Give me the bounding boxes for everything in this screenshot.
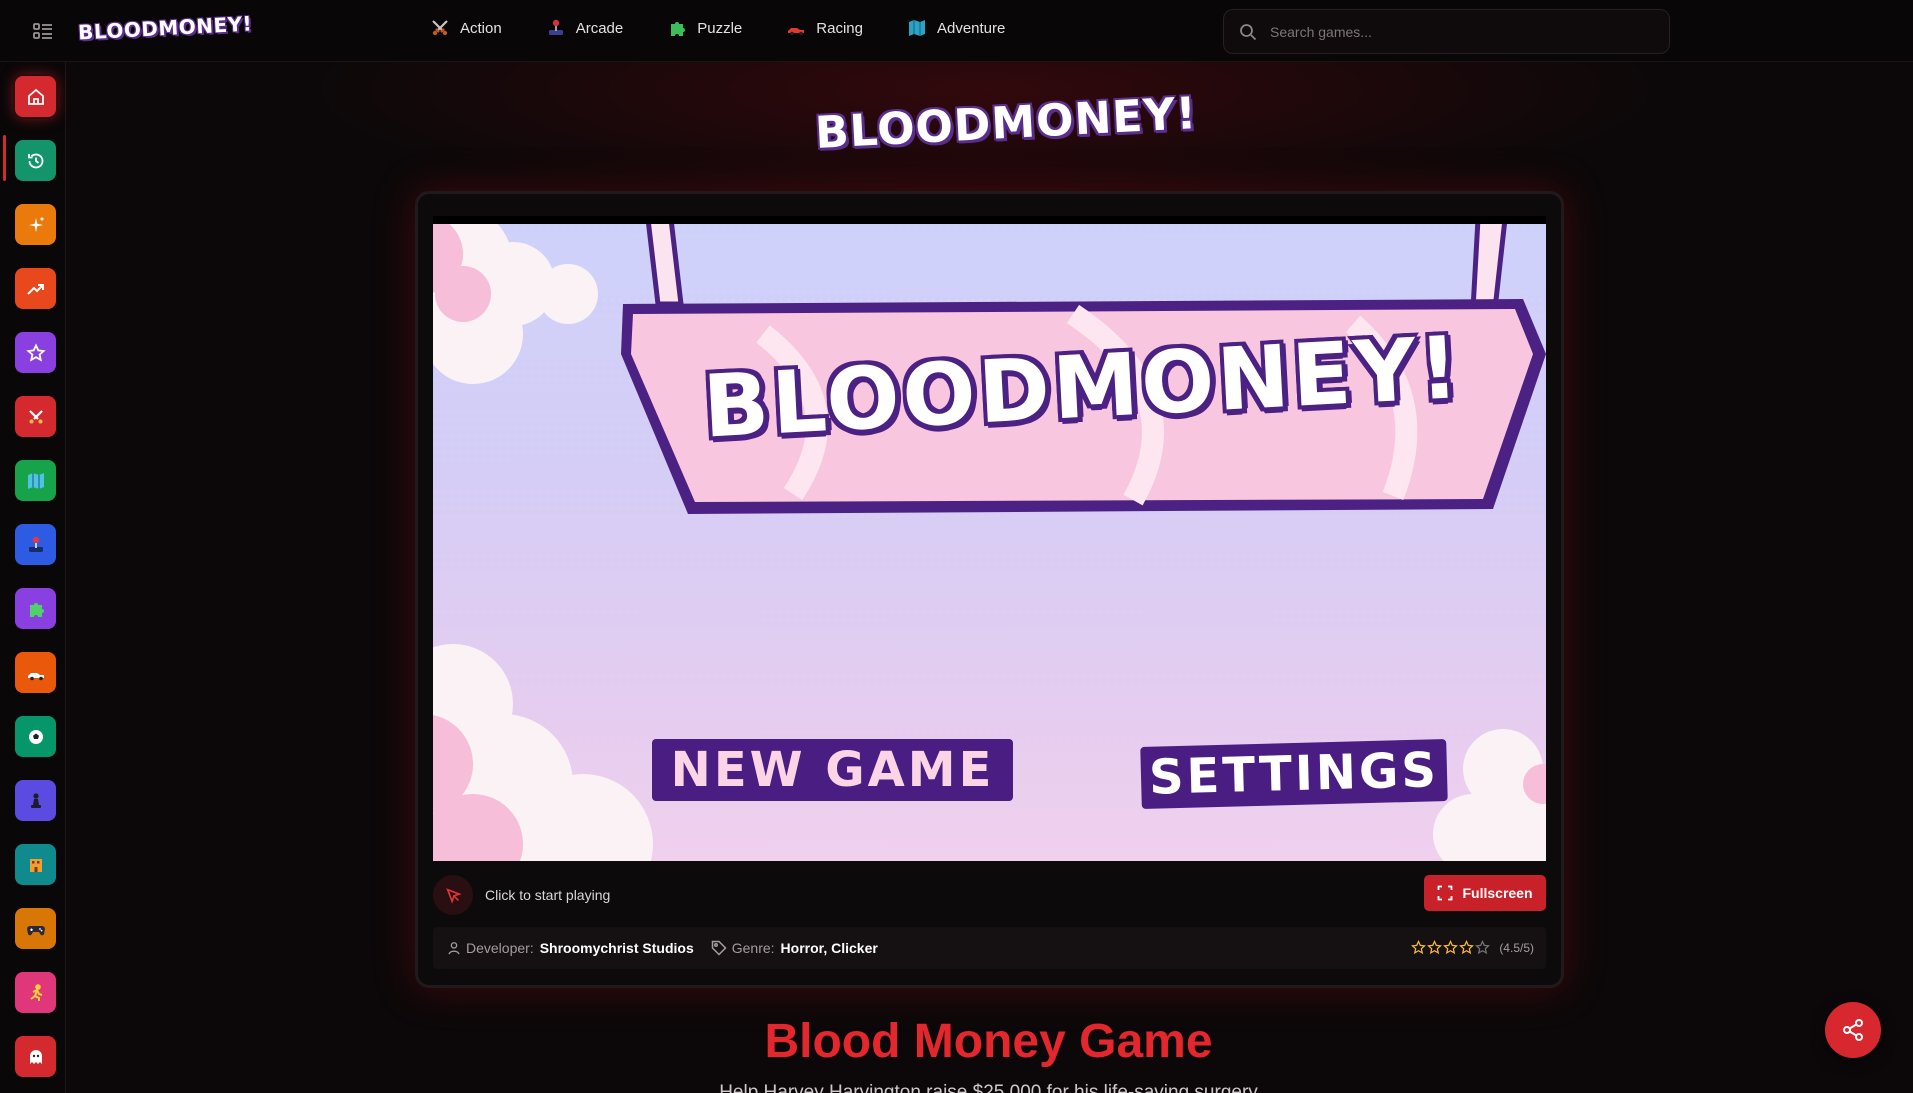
genre-value: Horror, Clicker: [780, 940, 878, 956]
fullscreen-button[interactable]: Fullscreen: [1424, 875, 1546, 911]
sparkles-icon: [28, 217, 43, 232]
cursor-click-icon: [433, 875, 473, 915]
runner-icon: [29, 983, 42, 1001]
sidebar-item-puzzle[interactable]: [15, 588, 56, 629]
sidebar-item-games[interactable]: [15, 908, 56, 949]
soccer-ball-icon: [28, 729, 43, 744]
star-icon: [25, 342, 46, 362]
map-icon: [27, 472, 44, 489]
map-icon: [908, 20, 925, 36]
search-input[interactable]: [1270, 23, 1650, 40]
nav-racing-label: Racing: [816, 19, 863, 37]
fullscreen-icon: [1438, 885, 1453, 901]
nav-adventure[interactable]: Adventure: [907, 18, 1005, 38]
new-game-button[interactable]: NEW GAME: [652, 739, 1013, 801]
sidebar-item-horror[interactable]: [15, 1036, 56, 1077]
home-icon: [27, 88, 44, 105]
nav-action-label: Action: [460, 19, 502, 37]
menu-toggle-icon[interactable]: [32, 21, 54, 41]
ghost-icon: [29, 1049, 42, 1064]
game-info-bar: Developer: Shroomychrist Studios Genre: …: [433, 927, 1546, 969]
chess-pawn-icon: [30, 792, 41, 808]
puzzle-piece-icon: [29, 602, 44, 617]
play-hint[interactable]: Click to start playing: [433, 875, 610, 915]
user-icon: [448, 942, 460, 955]
game-canvas[interactable]: BLOODMONEY! NEW GAME SETTINGS: [433, 224, 1546, 861]
developer-label: Developer:: [466, 940, 534, 956]
play-hint-label: Click to start playing: [485, 887, 611, 903]
trending-up-icon: [26, 283, 44, 295]
nav-puzzle[interactable]: Puzzle: [667, 18, 742, 38]
star-half-icon: [1475, 940, 1491, 955]
crossed-swords-icon: [432, 20, 448, 36]
nav-action[interactable]: Action: [430, 18, 502, 38]
active-indicator: [3, 135, 6, 181]
developer-name: Shroomychrist Studios: [539, 940, 694, 956]
sidebar-item-strategy[interactable]: [15, 780, 56, 821]
joystick-icon: [548, 19, 563, 35]
nav-adventure-label: Adventure: [936, 19, 1006, 37]
nav-puzzle-label: Puzzle: [697, 19, 743, 37]
nav-arcade[interactable]: Arcade: [546, 18, 624, 38]
gamepad-icon: [26, 925, 45, 935]
sidebar-item-racing[interactable]: [15, 652, 56, 693]
rating: (4.5/5): [1411, 940, 1534, 955]
player-controls: Click to start playing Fullscreen: [433, 873, 1546, 915]
rating-text: (4.5/5): [1499, 940, 1534, 955]
sidebar-item-simulation[interactable]: [15, 844, 56, 885]
sidebar-item-home[interactable]: [15, 76, 56, 117]
share-button[interactable]: [1825, 1002, 1881, 1058]
sidebar-item-recent[interactable]: [15, 140, 56, 181]
hero-logo: BLOODMONEY!: [813, 88, 1199, 159]
star-icon: [1459, 940, 1475, 955]
race-car-icon: [27, 672, 44, 680]
search-bar: [1223, 9, 1670, 54]
crossed-swords-icon: [28, 409, 43, 423]
page-title: Blood Money Game: [764, 1015, 1213, 1068]
page-subtitle: Help Harvey Harvington raise $25,000 for…: [719, 1082, 1258, 1093]
sidebar-item-action[interactable]: [15, 396, 56, 437]
genre-label: Genre:: [731, 940, 775, 956]
settings-button[interactable]: SETTINGS: [1140, 739, 1448, 809]
sidebar-item-sports[interactable]: [15, 716, 56, 757]
sidebar-item-arcade[interactable]: [15, 524, 56, 565]
sidebar-item-two-player[interactable]: [15, 972, 56, 1013]
star-icon: [1443, 940, 1459, 955]
nav-racing[interactable]: Racing: [786, 18, 863, 38]
sidebar-item-new[interactable]: [15, 204, 56, 245]
sidebar-item-adventure[interactable]: [15, 460, 56, 501]
fullscreen-label: Fullscreen: [1462, 885, 1533, 901]
history-icon: [27, 153, 43, 168]
joystick-icon: [28, 536, 43, 552]
race-car-icon: [788, 28, 805, 36]
site-logo[interactable]: BLOODMONEY!: [77, 11, 252, 44]
sidebar-item-trending[interactable]: [15, 268, 56, 309]
top-bar: BLOODMONEY! Action Arcade Puzzle Racing …: [0, 0, 1913, 62]
search-icon: [1240, 23, 1257, 40]
puzzle-piece-icon: [671, 22, 686, 36]
nav-arcade-label: Arcade: [575, 19, 624, 37]
star-icon: [1411, 940, 1427, 955]
tag-icon: [711, 940, 727, 956]
category-nav: Action Arcade Puzzle Racing Adventure: [430, 18, 1049, 38]
star-icon: [1427, 940, 1443, 955]
share-icon: [1843, 1019, 1863, 1041]
building-icon: [29, 858, 42, 872]
sidebar-item-favorites[interactable]: [15, 332, 56, 373]
